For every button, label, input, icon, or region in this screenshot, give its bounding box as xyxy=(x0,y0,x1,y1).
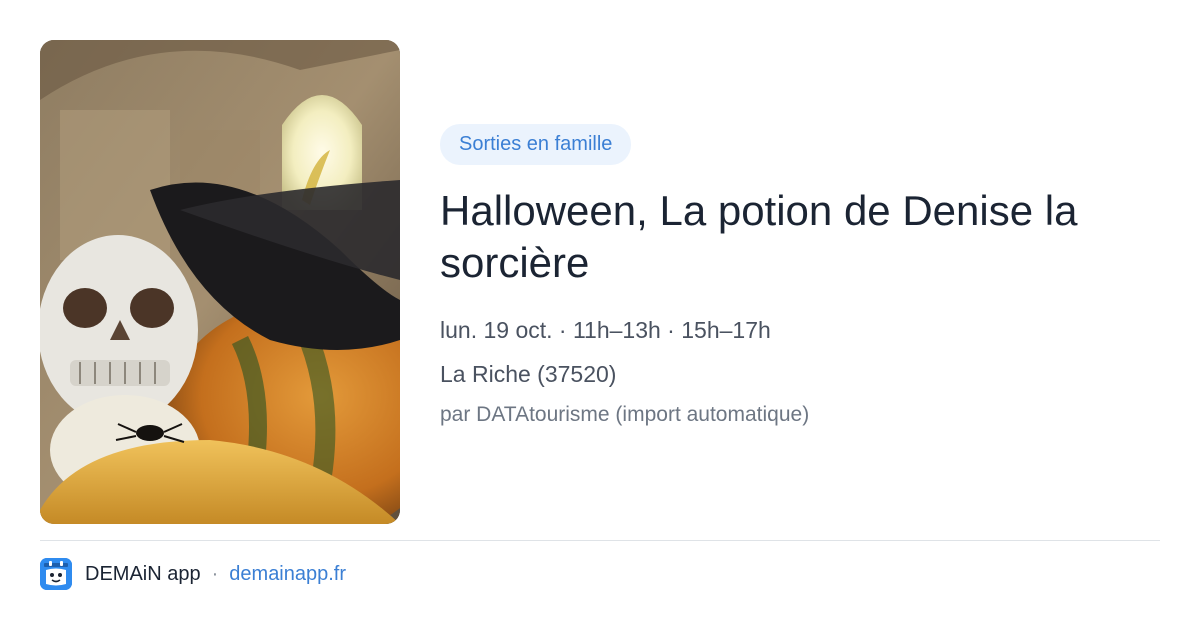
demain-app-logo-icon xyxy=(40,558,72,590)
category-badge[interactable]: Sorties en famille xyxy=(440,124,632,165)
event-source: par DATAtourisme (import automatique) xyxy=(440,403,810,426)
event-schedule: lun. 19 oct. · 11h–13h · 15h–17h xyxy=(440,317,771,343)
event-details: Sorties en famille Halloween, La potion … xyxy=(440,124,1160,429)
footer-divider xyxy=(40,540,1160,541)
app-website-link[interactable]: demainapp.fr xyxy=(229,563,346,586)
app-name: DEMAiN app xyxy=(85,562,201,585)
event-location: La Riche (37520) xyxy=(440,361,617,387)
event-photo xyxy=(40,40,400,524)
footer: DEMAiN app · demainapp.fr xyxy=(40,558,346,590)
footer-separator: · xyxy=(211,562,219,585)
event-title: Halloween, La potion de Denise la sorciè… xyxy=(440,187,1078,286)
